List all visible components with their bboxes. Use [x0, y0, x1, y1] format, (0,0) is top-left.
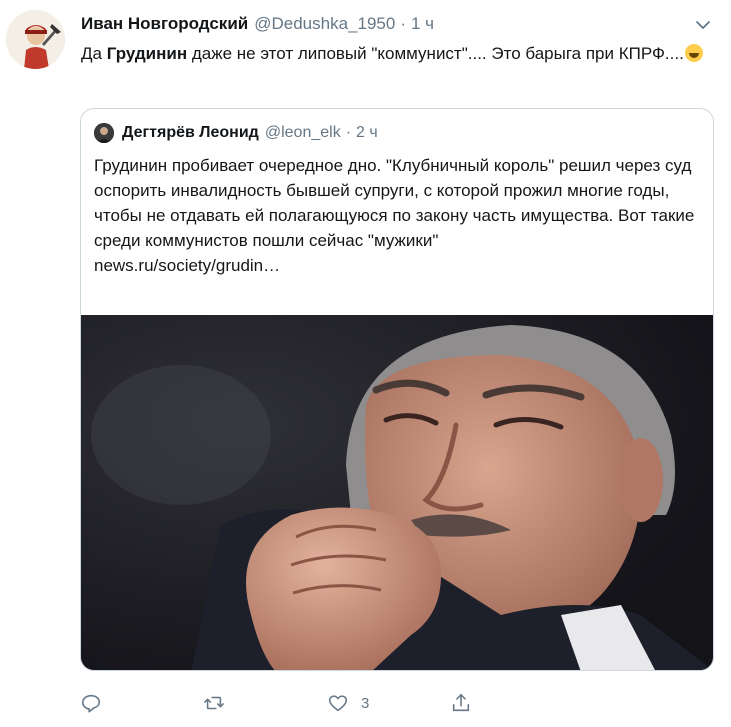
retweet-button[interactable] [203, 689, 225, 717]
author-name[interactable]: Иван Новгородский [81, 14, 248, 34]
quoted-tweet-link[interactable]: news.ru/society/grudin… [94, 253, 699, 278]
photo-man-hand-on-chin[interactable] [81, 315, 714, 671]
tweet-text: Да Грудинин даже не этот липовый "коммун… [81, 41, 711, 66]
tweet-header: Иван Новгородский @Dedushka_1950 · 1 ч [81, 13, 717, 35]
quoted-separator: · [345, 124, 352, 141]
tweet-text-start: Да [81, 44, 107, 63]
tweet-text-bold: Грудинин [106, 44, 188, 63]
reply-icon [81, 694, 101, 713]
quoted-timestamp: 2 ч [356, 124, 378, 141]
quoted-tweet-body: Грудинин пробивает очередное дно. "Клубн… [94, 156, 695, 250]
rolling-on-floor-laughing-emoji [684, 44, 703, 62]
author-avatar[interactable] [6, 10, 65, 69]
quoted-author-handle: @leon_elk [264, 124, 341, 141]
reply-button[interactable] [80, 689, 102, 717]
share-icon [452, 693, 470, 712]
author-handle[interactable]: @Dedushka_1950 [254, 14, 395, 34]
chevron-down-icon[interactable] [693, 15, 713, 35]
like-button[interactable]: 3 [327, 689, 369, 717]
tweet-actions: 3 [80, 689, 480, 717]
tweet-text-end: даже не этот липовый "коммунист".... Это… [187, 44, 684, 63]
quoted-author-avatar [94, 123, 114, 143]
worker-illustration [6, 10, 65, 69]
like-count: 3 [361, 694, 370, 712]
quoted-tweet[interactable]: Дегтярёв Леонид @leon_elk · 2 ч Грудинин… [80, 108, 714, 671]
heart-icon [328, 695, 348, 712]
retweet-icon [204, 696, 224, 710]
quoted-author-name: Дегтярёв Леонид [122, 124, 259, 141]
quoted-tweet-header: Дегтярёв Леонид @leon_elk · 2 ч [94, 122, 378, 144]
share-button[interactable] [450, 689, 472, 717]
separator: · [400, 14, 406, 33]
timestamp[interactable]: 1 ч [411, 14, 434, 34]
quoted-tweet-text: Грудинин пробивает очередное дно. "Клубн… [94, 153, 699, 278]
